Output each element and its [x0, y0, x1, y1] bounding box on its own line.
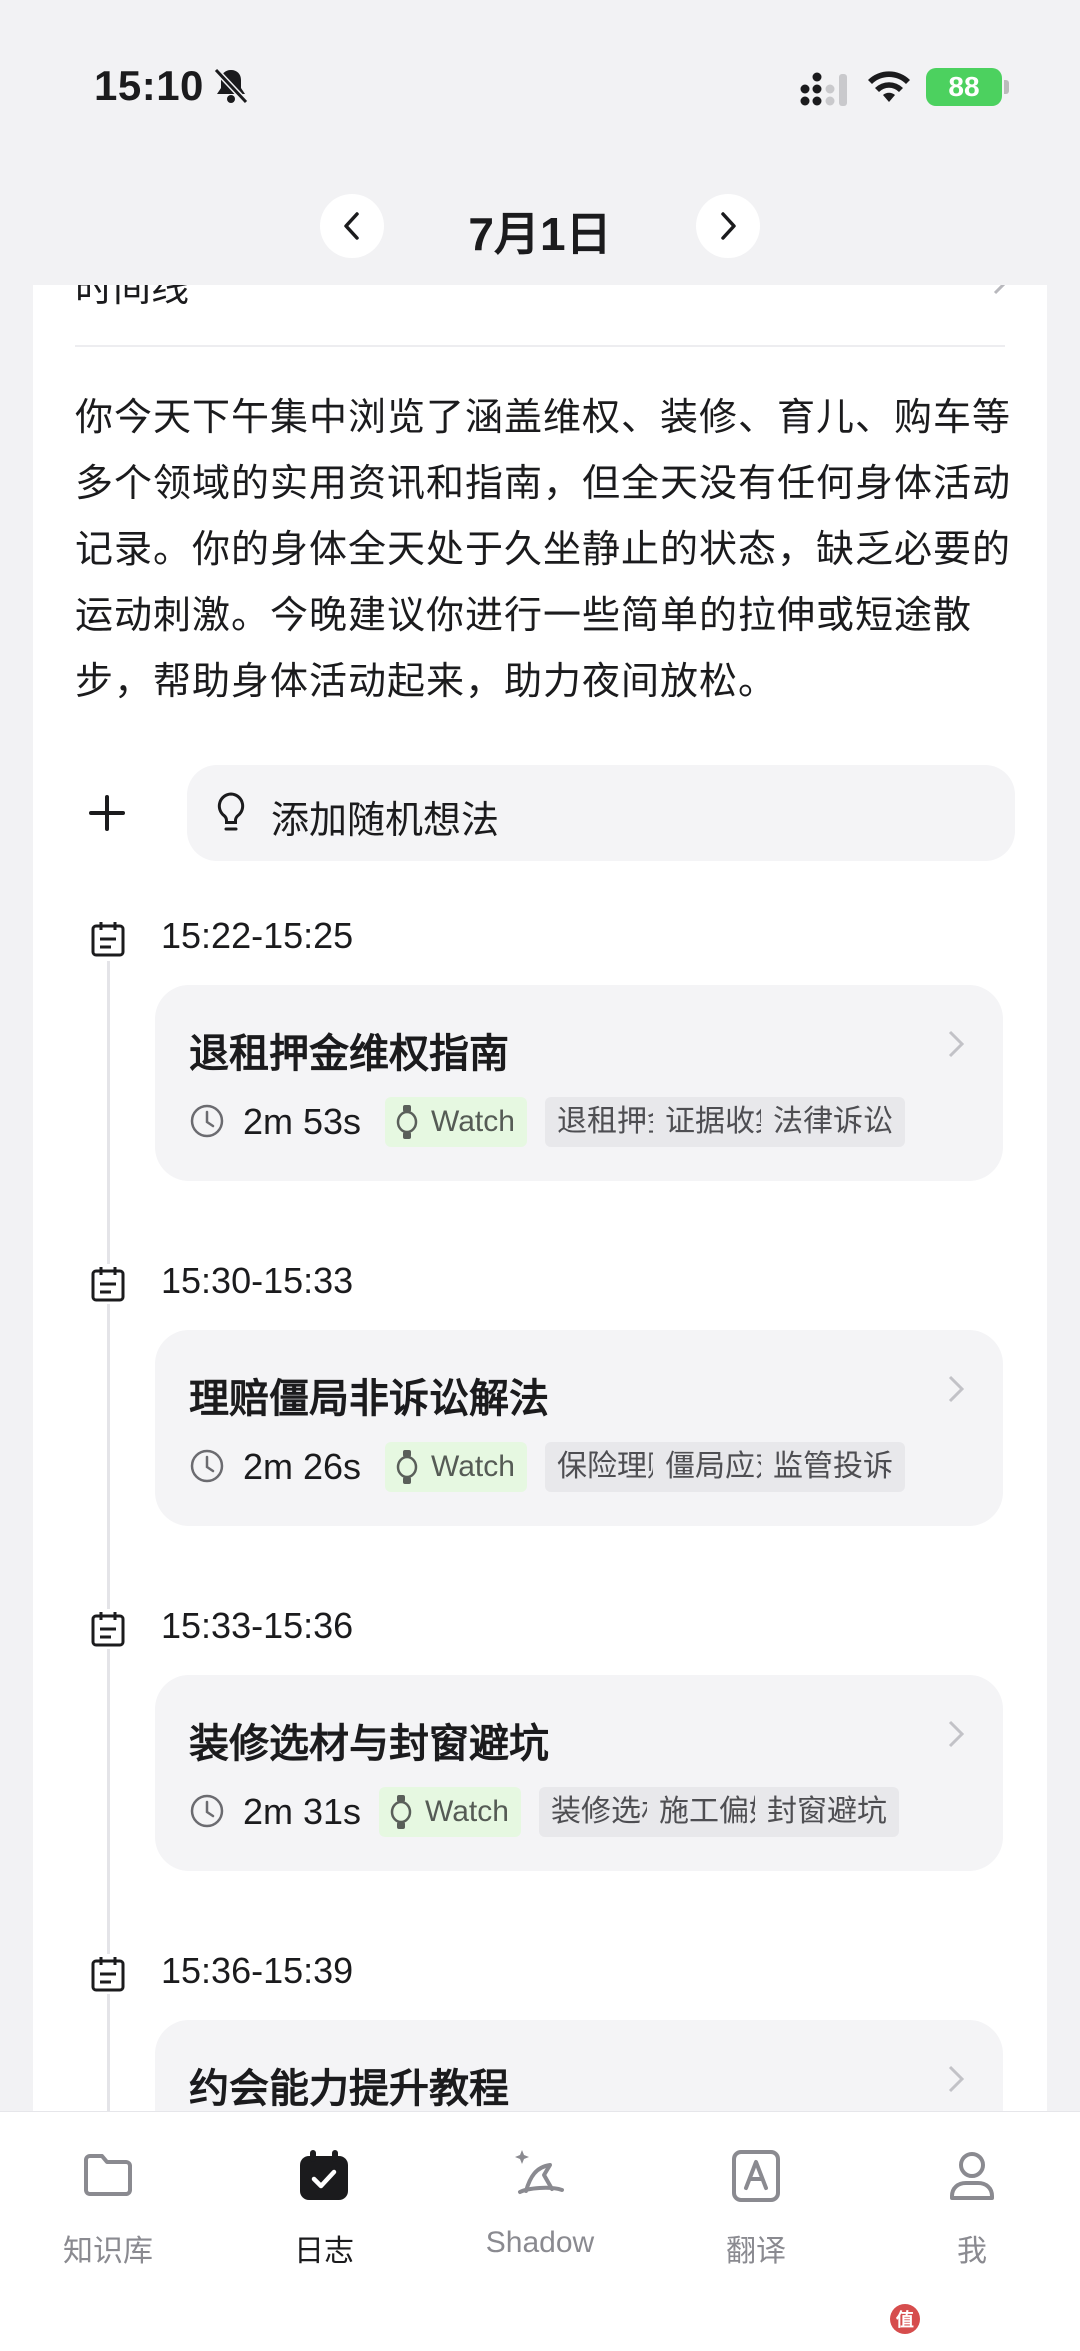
page-title: 7月1日 — [468, 208, 612, 260]
tab-me[interactable]: 我 — [892, 2136, 1052, 2268]
calendar-icon — [89, 1609, 127, 1649]
chevron-right-icon — [948, 1030, 965, 1058]
watch-icon — [396, 1450, 418, 1484]
section-heading: 时间线 — [75, 285, 190, 310]
chevron-right-icon — [948, 1375, 965, 1403]
topic-tag: 法律诉讼 — [761, 1097, 905, 1147]
clock-icon — [190, 1449, 224, 1483]
plus-icon[interactable] — [83, 789, 131, 837]
entry-card[interactable]: 装修选材与封窗避坑 2m 31s Watch 装修选材 施工偏好 封窗避坑 — [155, 1675, 1003, 1871]
date-navigation: 7月1日 — [0, 190, 1080, 262]
add-idea-label: 添加随机想法 — [271, 800, 500, 842]
entry-meta: 2m 26s Watch 保险理赔 僵局应对 监管投诉 — [189, 1442, 1003, 1496]
bell-muted-icon — [213, 67, 249, 105]
entry-duration: 2m 53s — [243, 1101, 362, 1142]
tab-shadow[interactable]: Shadow — [460, 2136, 620, 2259]
entry-duration: 2m 31s — [243, 1791, 362, 1832]
chevron-right-icon — [948, 2065, 965, 2093]
folder-icon — [84, 2154, 132, 2196]
previous-day-button[interactable] — [320, 194, 384, 258]
device-label: Watch — [431, 1450, 515, 1483]
tab-label: 翻译 — [726, 2235, 786, 2268]
watch-icon — [390, 1795, 412, 1829]
entry-time: 15:36-15:39 — [161, 1950, 354, 1991]
add-idea-row: 添加随机想法 — [75, 765, 1015, 861]
device-badge: Watch — [385, 1442, 527, 1492]
timeline-entry: 15:33-15:36 装修选材与封窗避坑 2m 31s Watch 装修选材 … — [33, 1605, 1047, 1905]
profile-icon — [950, 2152, 994, 2200]
clock-icon — [190, 1104, 224, 1138]
entry-time: 15:33-15:36 — [161, 1605, 354, 1646]
timeline-entry: 15:36-15:39 约会能力提升教程 — [33, 1950, 1047, 2111]
lightbulb-icon — [217, 792, 245, 831]
device-badge: Watch — [379, 1787, 521, 1837]
calendar-icon — [89, 1264, 127, 1304]
shadow-wizard-hat-icon — [515, 2150, 564, 2194]
timeline-entry: 15:22-15:25 退租押金维权指南 2m 53s Watch 退租押金 证… — [33, 915, 1047, 1215]
entry-time: 15:22-15:25 — [161, 915, 354, 956]
cellular-signal-icon — [800, 72, 847, 106]
calendar-icon — [89, 919, 127, 959]
entry-duration: 2m 26s — [243, 1446, 362, 1487]
chevron-right-icon — [948, 1720, 965, 1748]
timeline-entry: 15:30-15:33 理赔僵局非诉讼解法 2m 26s Watch 保险理赔 … — [33, 1260, 1047, 1560]
watermark-text: 值 什么值得买 — [925, 2308, 1064, 2333]
entry-meta: 2m 53s Watch 退租押金 证据收集 法律诉讼 — [189, 1097, 1003, 1151]
entry-meta: 2m 31s Watch 装修选材 施工偏好 封窗避坑 — [189, 1787, 1003, 1841]
daily-summary: 你今天下午集中浏览了涵盖维权、装修、育儿、购车等多个领域的实用资讯和指南，但全天… — [75, 397, 1012, 703]
tab-label: Shadow — [485, 2226, 595, 2259]
battery-tip — [1004, 80, 1009, 94]
entry-title: 理赔僵局非诉讼解法 — [189, 1377, 549, 1421]
tab-journal[interactable]: 日志 — [244, 2136, 404, 2268]
watch-icon — [396, 1105, 418, 1139]
device-label: Watch — [425, 1795, 509, 1828]
entry-time: 15:30-15:33 — [161, 1260, 354, 1301]
chevron-right-icon — [993, 285, 1006, 295]
topic-tag: 封窗避坑 — [755, 1787, 899, 1837]
watermark-logo: 值 — [889, 2304, 920, 2334]
tab-label: 知识库 — [63, 2235, 153, 2268]
calendar-check-icon — [300, 2150, 348, 2200]
tab-label: 日志 — [294, 2235, 354, 2268]
device-label: Watch — [431, 1105, 515, 1138]
chevron-left-icon — [344, 212, 359, 240]
entry-title: 退租押金维权指南 — [189, 1032, 509, 1076]
tab-label: 我 — [957, 2235, 987, 2268]
add-idea-button[interactable]: 添加随机想法 — [187, 765, 1015, 861]
journal-content[interactable]: 时间线 你今天下午集中浏览了涵盖维权、装修、育儿、购车等多个领域的实用资讯和指南… — [33, 285, 1047, 2111]
wifi-icon — [868, 71, 910, 102]
topic-tag: 监管投诉 — [761, 1442, 905, 1492]
tab-knowledge-base[interactable]: 知识库 — [28, 2136, 188, 2268]
device-badge: Watch — [385, 1097, 527, 1147]
entry-card[interactable]: 退租押金维权指南 2m 53s Watch 退租押金 证据收集 法律诉讼 — [155, 985, 1003, 1181]
divider — [75, 345, 1005, 347]
entry-title: 装修选材与封窗避坑 — [189, 1722, 549, 1766]
calendar-icon — [89, 1954, 127, 1994]
entry-card[interactable]: 约会能力提升教程 — [155, 2020, 1003, 2111]
entry-title: 约会能力提升教程 — [189, 2067, 509, 2111]
tab-translate[interactable]: 翻译 — [676, 2136, 836, 2268]
translate-icon — [732, 2150, 780, 2202]
entry-card[interactable]: 理赔僵局非诉讼解法 2m 26s Watch 保险理赔 僵局应对 监管投诉 — [155, 1330, 1003, 1526]
battery-level: 88 — [926, 68, 1002, 106]
clock-icon — [190, 1794, 224, 1828]
chevron-right-icon — [721, 212, 736, 240]
watermark: 值 值 什么值得买 — [889, 2303, 1064, 2335]
next-day-button[interactable] — [696, 194, 760, 258]
status-bar: 15:10 88 — [0, 0, 1080, 150]
status-time: 15:10 — [94, 62, 204, 109]
